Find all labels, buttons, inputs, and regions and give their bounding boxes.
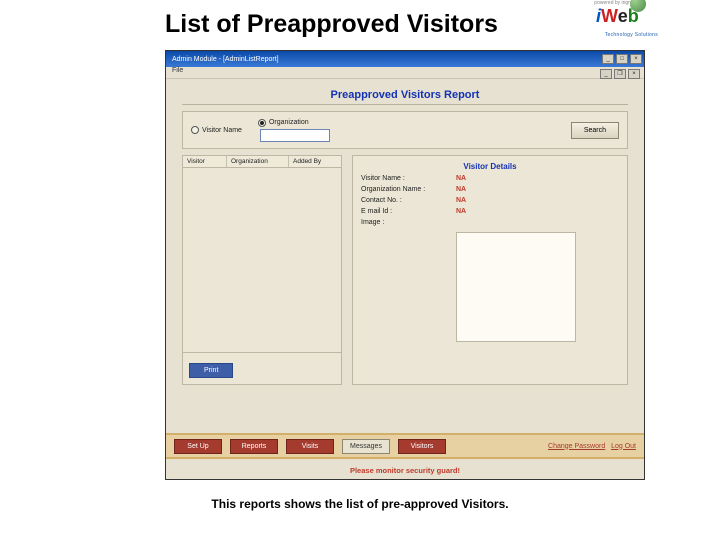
nav-reports-button[interactable]: Reports — [230, 439, 278, 454]
bottom-nav-bar: Set Up Reports Visits Messages Visitors … — [166, 433, 644, 459]
search-input[interactable] — [260, 129, 330, 142]
close-button[interactable]: × — [630, 54, 642, 64]
radio-org-label: Organization — [269, 119, 309, 126]
slide-caption: This reports shows the list of pre-appro… — [0, 497, 720, 511]
ticker-message: Please monitor security guard! — [166, 466, 644, 475]
app-window: Admin Module - [AdminListReport] _ □ × F… — [165, 50, 645, 480]
list-body[interactable] — [183, 168, 341, 353]
change-password-link[interactable]: Change Password — [548, 443, 605, 450]
detail-label: Contact No. : — [361, 197, 456, 204]
detail-value: NA — [456, 175, 466, 182]
menubar: File — [166, 67, 644, 79]
radio-icon — [258, 119, 266, 127]
nav-messages-button[interactable]: Messages — [342, 439, 390, 454]
logout-link[interactable]: Log Out — [611, 443, 636, 450]
mdi-minimize-button[interactable]: _ — [600, 69, 612, 79]
nav-visitors-button[interactable]: Visitors — [398, 439, 446, 454]
detail-row-visitor-name: Visitor Name : NA — [361, 175, 619, 182]
nav-setup-button[interactable]: Set Up — [174, 439, 222, 454]
detail-row-email: E mail Id : NA — [361, 208, 619, 215]
minimize-button[interactable]: _ — [602, 54, 614, 64]
slide-title: List of Preapproved Visitors — [165, 10, 498, 39]
visitor-list-panel: Visitor Organization Added By Print — [182, 155, 342, 385]
logo-tagline-bottom: Technology Solutions — [605, 32, 658, 38]
report-title: Preapproved Visitors Report — [166, 89, 644, 101]
search-panel: Visitor Name Organization Search — [182, 111, 628, 149]
maximize-button[interactable]: □ — [616, 54, 628, 64]
detail-label: Organization Name : — [361, 186, 456, 193]
visitor-image-box — [456, 232, 576, 342]
mdi-restore-button[interactable]: ❐ — [614, 69, 626, 79]
detail-row-org-name: Organization Name : NA — [361, 186, 619, 193]
print-button[interactable]: Print — [189, 363, 233, 378]
detail-row-image: Image : — [361, 219, 619, 226]
detail-value: NA — [456, 186, 466, 193]
detail-label: Visitor Name : — [361, 175, 456, 182]
right-links: Change Password Log Out — [548, 443, 636, 450]
detail-label: E mail Id : — [361, 208, 456, 215]
logo: iWeb — [596, 6, 648, 34]
menu-file[interactable]: File — [172, 67, 183, 78]
detail-label: Image : — [361, 219, 456, 226]
radio-visitor-name[interactable]: Visitor Name — [191, 126, 242, 134]
detail-value: NA — [456, 197, 466, 204]
col-added-by[interactable]: Added By — [289, 156, 341, 167]
radio-icon — [191, 126, 199, 134]
radio-visitor-label: Visitor Name — [202, 127, 242, 134]
col-organization[interactable]: Organization — [227, 156, 289, 167]
detail-value: NA — [456, 208, 466, 215]
radio-organization[interactable]: Organization — [258, 119, 309, 127]
details-title: Visitor Details — [361, 162, 619, 171]
window-title: Admin Module - [AdminListReport] — [168, 56, 279, 63]
list-header: Visitor Organization Added By — [183, 156, 341, 168]
detail-row-contact-no: Contact No. : NA — [361, 197, 619, 204]
search-button[interactable]: Search — [571, 122, 619, 139]
mdi-close-button[interactable]: × — [628, 69, 640, 79]
divider — [182, 104, 628, 105]
col-visitor[interactable]: Visitor — [183, 156, 227, 167]
visitor-details-panel: Visitor Details Visitor Name : NA Organi… — [352, 155, 628, 385]
nav-visits-button[interactable]: Visits — [286, 439, 334, 454]
titlebar: Admin Module - [AdminListReport] _ □ × — [166, 51, 644, 67]
